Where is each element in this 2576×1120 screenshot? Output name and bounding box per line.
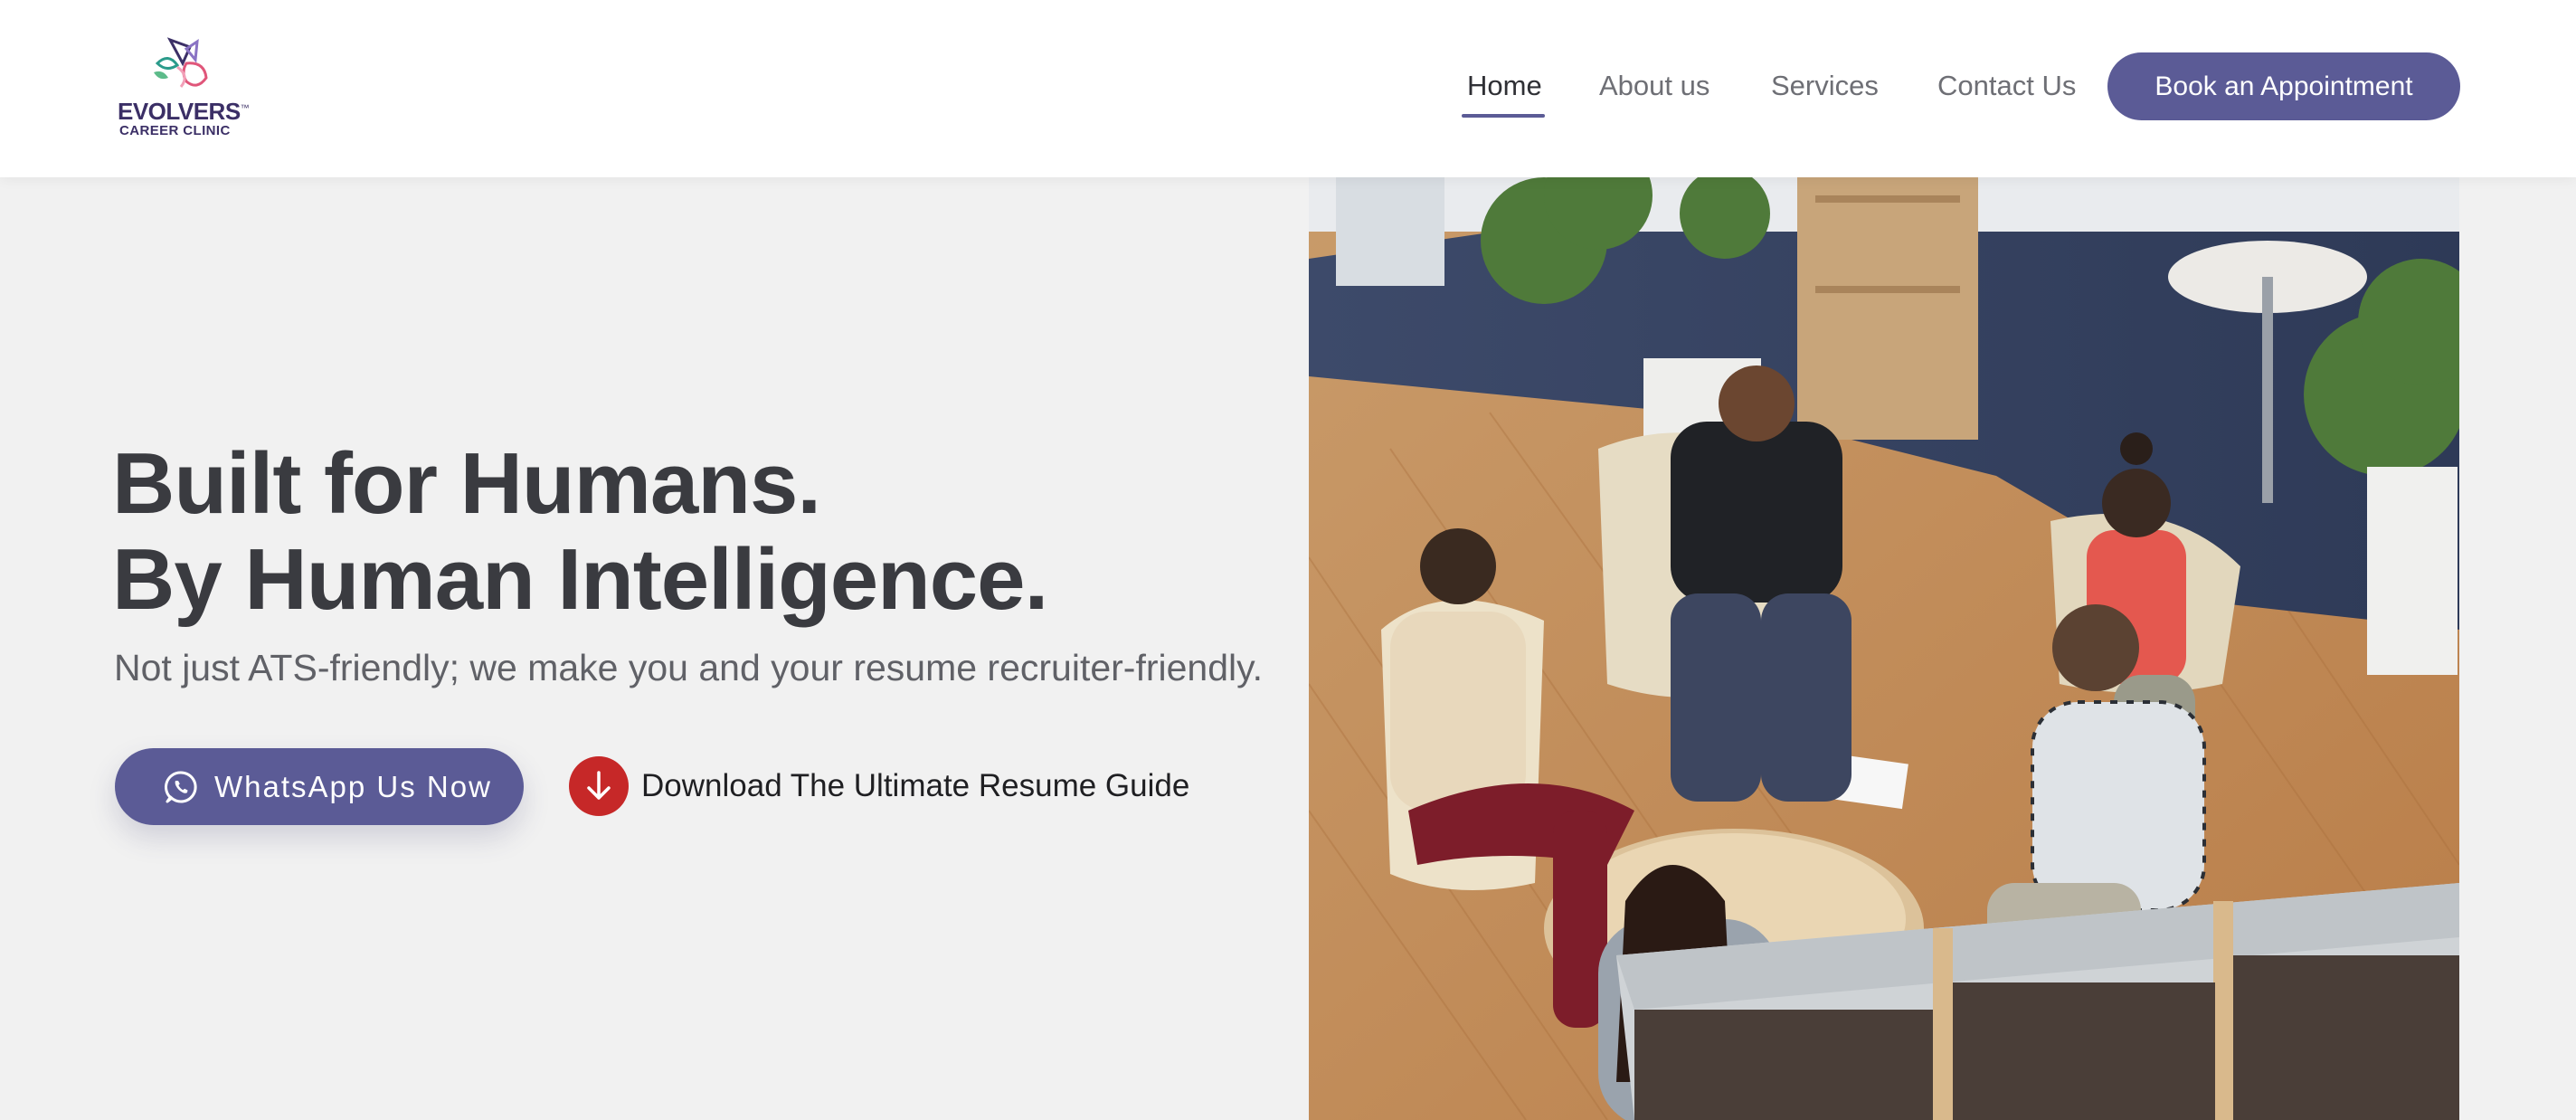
nav-active-indicator <box>1462 114 1545 118</box>
nav-item-services[interactable]: Services <box>1771 63 1879 109</box>
whatsapp-button-label: WhatsApp Us Now <box>214 770 492 803</box>
book-appointment-button[interactable]: Book an Appointment <box>2107 52 2460 120</box>
hero-title-line-2: By Human Intelligence. <box>112 531 1048 628</box>
whatsapp-icon <box>165 771 197 803</box>
site-header: EVOLVERS™ CAREER CLINIC Home About us Se… <box>0 0 2576 177</box>
hero-title: Built for Humans. By Human Intelligence. <box>112 435 1048 628</box>
download-icon-circle <box>569 756 629 816</box>
nav-item-contact-us[interactable]: Contact Us <box>1937 63 2076 109</box>
download-guide-link[interactable]: Download The Ultimate Resume Guide <box>569 756 1189 816</box>
whatsapp-button[interactable]: WhatsApp Us Now <box>115 748 524 825</box>
brand-logo[interactable]: EVOLVERS™ CAREER CLINIC <box>114 36 259 145</box>
hero-photo-illustration <box>1309 177 2459 1120</box>
hero-photo <box>1309 177 2459 1120</box>
brand-name: EVOLVERS™ <box>118 98 250 125</box>
nav-item-about-us[interactable]: About us <box>1599 63 1709 109</box>
hero-title-line-1: Built for Humans. <box>112 435 821 532</box>
arrow-down-icon <box>587 771 611 800</box>
hero-subtitle: Not just ATS-friendly; we make you and y… <box>114 647 1263 688</box>
butterfly-logo-icon <box>154 37 208 88</box>
download-guide-label: Download The Ultimate Resume Guide <box>641 768 1190 803</box>
nav-item-home[interactable]: Home <box>1467 63 1542 109</box>
brand-tagline: CAREER CLINIC <box>119 123 231 138</box>
